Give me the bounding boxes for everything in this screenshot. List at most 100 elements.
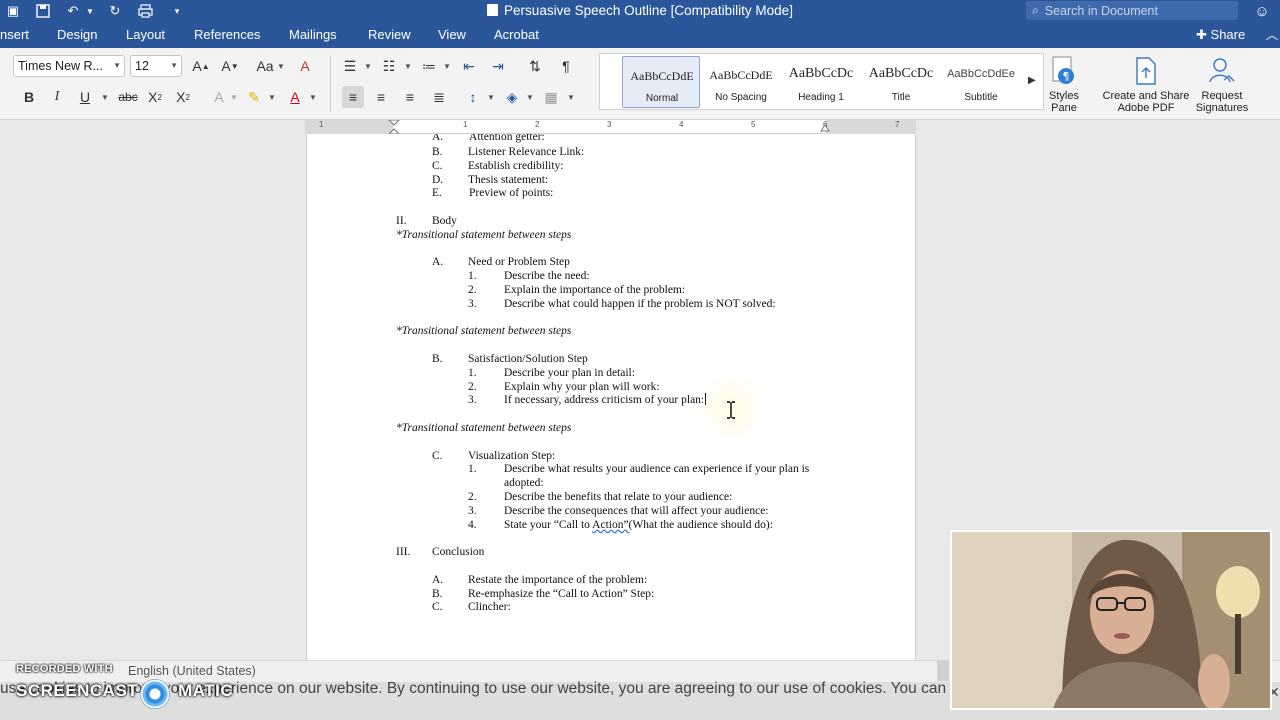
- tab-design[interactable]: Design: [57, 27, 97, 42]
- ribbon-tabs: nsert Design Layout References Mailings …: [0, 22, 1280, 48]
- change-case-icon[interactable]: Aa: [254, 55, 276, 77]
- ibeam-cursor-icon: [727, 401, 735, 419]
- shading-dropdown-icon[interactable]: ▼: [525, 86, 535, 108]
- share-button[interactable]: ✚ Share: [1196, 27, 1245, 43]
- borders-icon[interactable]: ▦: [540, 86, 562, 108]
- tab-acrobat[interactable]: Acrobat: [494, 27, 539, 42]
- outline-item: Thesis statement:: [468, 174, 549, 186]
- outline-subitem: State your “Call to Action”(What the aud…: [504, 519, 773, 531]
- highlight-dropdown-icon[interactable]: ▼: [267, 86, 277, 108]
- ruler-number: 1: [463, 120, 468, 129]
- title-bar: ▣ ↶ ▼ ↻ ▾ Persuasive Speech Outline [Com…: [0, 0, 1280, 22]
- change-case-dropdown-icon[interactable]: ▼: [276, 55, 286, 77]
- align-right-icon[interactable]: ≡: [399, 86, 421, 108]
- clear-formatting-icon[interactable]: A: [294, 55, 316, 77]
- tab-insert[interactable]: nsert: [0, 27, 29, 42]
- list-marker: B.: [432, 588, 443, 600]
- justify-icon[interactable]: ≣: [428, 86, 450, 108]
- underline-dropdown-icon[interactable]: ▼: [100, 86, 110, 108]
- scrollbar[interactable]: [937, 661, 949, 681]
- tab-review[interactable]: Review: [368, 27, 411, 42]
- chevron-down-icon: ▼: [170, 61, 178, 70]
- numbering-icon[interactable]: ☷: [378, 55, 400, 77]
- horizontal-ruler[interactable]: 1 1 2 3 4 5 6 7: [305, 120, 916, 134]
- bullets-icon[interactable]: ☰: [339, 55, 361, 77]
- italic-icon[interactable]: I: [46, 86, 68, 108]
- ribbon-separator: [330, 56, 331, 112]
- list-marker: III.: [396, 546, 411, 558]
- outline-subitem: Describe what results your audience can …: [504, 463, 810, 475]
- outline-subitem: Explain the importance of the problem:: [504, 284, 686, 296]
- outline-item: Preview of points:: [469, 187, 554, 199]
- search-input[interactable]: ⌕ Search in Document: [1026, 1, 1238, 20]
- collapse-ribbon-icon[interactable]: ︿: [1266, 26, 1278, 43]
- shrink-font-icon[interactable]: A ▼: [219, 55, 241, 77]
- outline-subitem: Describe the need:: [504, 270, 590, 282]
- chevron-down-icon: ▼: [113, 61, 121, 70]
- outline-subitem: Describe the benefits that relate to you…: [504, 491, 733, 503]
- highlight-icon[interactable]: ✎: [243, 86, 265, 108]
- list-marker: A.: [432, 574, 444, 586]
- feedback-icon[interactable]: ☺: [1252, 1, 1272, 21]
- search-icon: ⌕: [1032, 3, 1039, 17]
- superscript-icon[interactable]: X2: [172, 86, 194, 108]
- styles-pane-button[interactable]: ¶ Styles Pane: [1044, 56, 1084, 114]
- style-no-spacing[interactable]: AaBbCcDdE No Spacing: [702, 56, 780, 108]
- text-effects-icon[interactable]: A: [208, 86, 230, 108]
- tab-mailings[interactable]: Mailings: [289, 27, 337, 42]
- styles-gallery: AaBbCcDdE Normal AaBbCcDdE No Spacing Aa…: [599, 53, 1044, 110]
- outline-item: Establish credibility:: [468, 160, 564, 172]
- list-marker: A.: [432, 256, 444, 268]
- list-marker: B.: [432, 146, 443, 158]
- style-title[interactable]: AaBbCcDc Title: [862, 56, 940, 108]
- font-size-select[interactable]: 12 ▼: [130, 55, 182, 77]
- decrease-indent-icon[interactable]: ⇤: [458, 55, 480, 77]
- line-spacing-icon[interactable]: ↕: [462, 86, 484, 108]
- bold-icon[interactable]: B: [18, 86, 40, 108]
- pdf-icon: [1136, 57, 1156, 85]
- request-signatures-button[interactable]: Request Signatures: [1192, 56, 1252, 114]
- sort-icon[interactable]: ⇅: [524, 55, 546, 77]
- tab-layout[interactable]: Layout: [126, 27, 165, 42]
- align-left-icon[interactable]: ≡: [342, 86, 364, 108]
- font-color-icon[interactable]: A: [284, 86, 306, 108]
- list-marker: C.: [432, 450, 443, 462]
- list-marker: II.: [396, 215, 407, 227]
- create-share-pdf-button[interactable]: Create and Share Adobe PDF: [1100, 56, 1192, 114]
- tab-view[interactable]: View: [438, 27, 466, 42]
- style-normal[interactable]: AaBbCcDdE Normal: [622, 56, 700, 108]
- outline-item: Visualization Step:: [468, 450, 556, 462]
- gallery-next-icon[interactable]: ▶: [1028, 75, 1036, 86]
- increase-indent-icon[interactable]: ⇥: [487, 55, 509, 77]
- show-formatting-icon[interactable]: ¶: [555, 55, 577, 77]
- outline-subitem-with-cursor: If necessary, address criticism of your …: [504, 393, 707, 406]
- outline-item: Need or Problem Step: [468, 256, 570, 268]
- subscript-icon[interactable]: X2: [144, 86, 166, 108]
- font-color-dropdown-icon[interactable]: ▼: [308, 86, 318, 108]
- text-effects-dropdown-icon[interactable]: ▼: [229, 86, 239, 108]
- bullets-dropdown-icon[interactable]: ▼: [363, 55, 373, 77]
- grow-font-icon[interactable]: A ▲: [190, 55, 212, 77]
- indent-marker-icon[interactable]: [387, 120, 401, 134]
- strikethrough-icon[interactable]: abc: [116, 86, 140, 108]
- style-heading-1[interactable]: AaBbCcDc Heading 1: [782, 56, 860, 108]
- multilevel-list-icon[interactable]: ≔: [418, 55, 440, 77]
- underline-icon[interactable]: U: [74, 86, 96, 108]
- section-heading: Body: [432, 215, 457, 227]
- borders-dropdown-icon[interactable]: ▼: [566, 86, 576, 108]
- style-subtitle[interactable]: AaBbCcDdEe Subtitle: [942, 56, 1020, 108]
- spelling-error[interactable]: Action”(: [592, 519, 632, 531]
- font-name-select[interactable]: Times New R... ▼: [13, 55, 125, 77]
- numbering-dropdown-icon[interactable]: ▼: [403, 55, 413, 77]
- tab-references[interactable]: References: [194, 27, 260, 42]
- outline-subitem-continued: adopted:: [504, 477, 544, 489]
- webcam-video-image: [952, 532, 1270, 708]
- shading-icon[interactable]: ◈: [501, 86, 523, 108]
- multilevel-list-dropdown-icon[interactable]: ▼: [442, 55, 452, 77]
- ruler-number: 3: [607, 120, 612, 129]
- language-status[interactable]: English (United States): [128, 664, 256, 678]
- align-center-icon[interactable]: ≡: [370, 86, 392, 108]
- line-spacing-dropdown-icon[interactable]: ▼: [486, 86, 496, 108]
- document-page[interactable]: A. Attention getter: B. Listener Relevan…: [306, 134, 916, 660]
- right-indent-marker-icon[interactable]: [820, 122, 830, 132]
